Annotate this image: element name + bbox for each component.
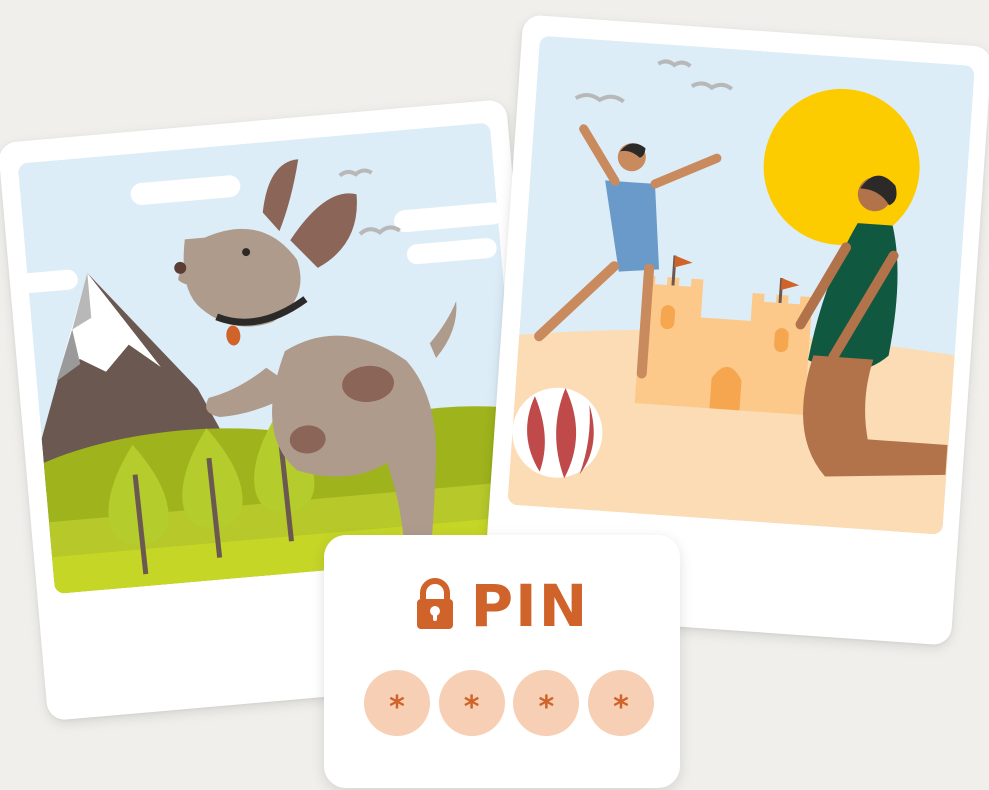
lock-icon	[415, 577, 455, 635]
pin-title: PIN	[470, 572, 590, 640]
pin-card: PIN * * * *	[324, 535, 680, 788]
dog-photo	[17, 122, 528, 595]
pin-digits: * * * *	[364, 670, 654, 736]
pin-header: PIN	[324, 577, 680, 635]
beach-photo	[507, 35, 975, 535]
pin-digit-1[interactable]: *	[364, 670, 430, 736]
pin-digit-3[interactable]: *	[513, 670, 580, 736]
pin-digit-2[interactable]: *	[438, 670, 505, 736]
pin-digit-4[interactable]: *	[587, 670, 654, 736]
